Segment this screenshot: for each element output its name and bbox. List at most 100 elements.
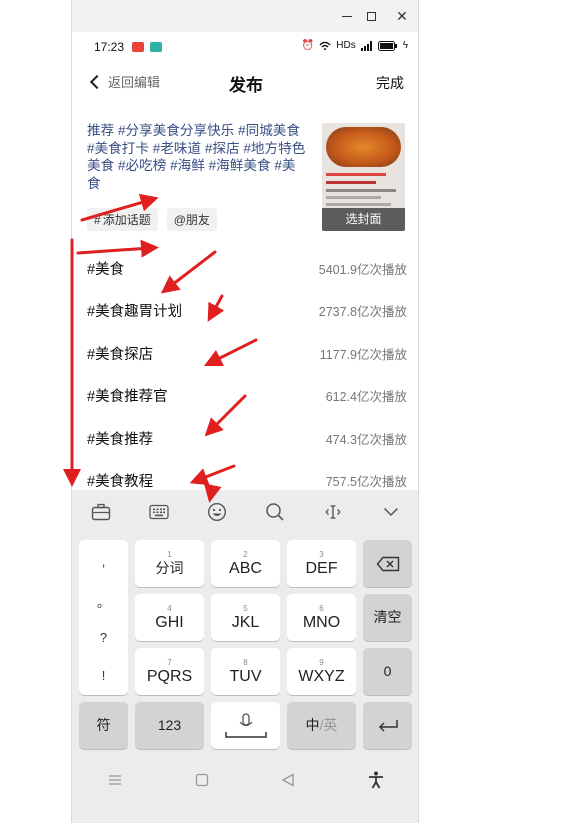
keyboard-toolbar bbox=[72, 490, 418, 534]
topic-name: #美食趣胃计划 bbox=[87, 304, 183, 321]
backspace-icon bbox=[376, 556, 399, 571]
select-cover-label: 选封面 bbox=[322, 208, 405, 231]
topic-suggestion-list: #美食 5401.9亿次播放 #美食趣胃计划 2737.8亿次播放 #美食探店 117… bbox=[87, 247, 407, 502]
key-label: 0 bbox=[383, 663, 392, 679]
window-titlebar: ✕ bbox=[72, 0, 418, 32]
key-number: 3 bbox=[319, 549, 324, 559]
key-number: 1 bbox=[167, 549, 172, 559]
cover-text-line bbox=[326, 203, 391, 206]
topic-name: #美食教程 bbox=[87, 474, 154, 491]
backspace-key[interactable] bbox=[363, 540, 412, 587]
topic-suggestion-item[interactable]: #美食趣胃计划 2737.8亿次播放 bbox=[87, 290, 407, 333]
collapse-keyboard-button[interactable] bbox=[362, 490, 418, 534]
key-8[interactable]: 8 TUV bbox=[211, 648, 280, 695]
microphone-icon bbox=[224, 712, 267, 738]
cover-text-line bbox=[326, 173, 386, 176]
chevron-down-icon bbox=[383, 507, 399, 517]
search-button[interactable] bbox=[246, 490, 304, 534]
status-time: 17:23 bbox=[94, 40, 125, 54]
add-topic-label: 添加话题 bbox=[102, 213, 151, 227]
phone-window: ✕ 17:23 ⏰ HDs ϟ 返回编辑 发布 完成 推荐 #分享美食分享快乐 … bbox=[71, 0, 419, 823]
key-2[interactable]: 2 ABC bbox=[211, 540, 280, 587]
key-3[interactable]: 3 DEF bbox=[287, 540, 356, 587]
close-icon: ✕ bbox=[396, 7, 408, 24]
done-button[interactable]: 完成 bbox=[376, 73, 404, 93]
key-number: 6 bbox=[319, 603, 324, 613]
mention-friend-chip[interactable]: @朋友 bbox=[166, 208, 217, 231]
key-6[interactable]: 6 MNO bbox=[287, 594, 356, 641]
cover-text-line bbox=[326, 196, 381, 199]
key-label-cn: 中 bbox=[305, 717, 320, 733]
enter-icon bbox=[378, 719, 398, 732]
key-label: 分词 bbox=[155, 559, 184, 576]
home-icon[interactable] bbox=[195, 773, 209, 787]
accessibility-icon[interactable] bbox=[368, 771, 384, 789]
topic-name: #美食推荐官 bbox=[87, 389, 168, 406]
emoji-button[interactable] bbox=[188, 490, 246, 534]
punct-key[interactable]: ! bbox=[79, 668, 128, 683]
clear-key[interactable]: 清空 bbox=[363, 594, 412, 641]
topic-suggestion-item[interactable]: #美食探店 1177.9亿次播放 bbox=[87, 332, 407, 375]
cursor-move-button[interactable] bbox=[304, 490, 362, 534]
ime-keyboard: , 。 ? ! 1 分词 2 ABC 3 DEF 4 GHI 5 JKL 6 MNO 清空 … bbox=[72, 490, 418, 823]
key-4[interactable]: 4 GHI bbox=[135, 594, 204, 641]
emoji-icon bbox=[207, 502, 227, 522]
cover-text-line bbox=[326, 189, 396, 192]
key-label: 符 bbox=[96, 717, 111, 733]
toolbox-button[interactable] bbox=[72, 490, 130, 534]
topic-name: #美食 bbox=[87, 261, 125, 278]
close-button[interactable]: ✕ bbox=[391, 6, 413, 26]
topic-suggestion-item[interactable]: #美食 5401.9亿次播放 bbox=[87, 247, 407, 290]
punct-key[interactable]: 。 bbox=[79, 592, 128, 611]
minimize-button[interactable] bbox=[336, 6, 358, 26]
topic-play-count: 612.4亿次播放 bbox=[325, 390, 407, 405]
key-label: GHI bbox=[155, 613, 184, 631]
topic-play-count: 474.3亿次播放 bbox=[325, 432, 407, 447]
key-1[interactable]: 1 分词 bbox=[135, 540, 204, 587]
key-9[interactable]: 9 WXYZ bbox=[287, 648, 356, 695]
key-label: WXYZ bbox=[298, 667, 345, 685]
key-label: 123 bbox=[157, 717, 182, 733]
chip-row: # 添加话题 @朋友 bbox=[87, 208, 217, 231]
app-notification-icon bbox=[150, 42, 162, 52]
notification-badge-icon bbox=[132, 42, 144, 52]
key-number: 7 bbox=[167, 657, 172, 667]
back-triangle-icon[interactable] bbox=[281, 773, 295, 787]
zero-key[interactable]: 0 bbox=[363, 648, 412, 695]
space-voice-key[interactable] bbox=[211, 702, 280, 749]
topic-play-count: 5401.9亿次播放 bbox=[318, 262, 407, 277]
symbol-key[interactable]: 符 bbox=[79, 702, 128, 749]
keyboard-switch-button[interactable] bbox=[130, 490, 188, 534]
add-topic-chip[interactable]: # 添加话题 bbox=[87, 208, 158, 231]
number-mode-key[interactable]: 123 bbox=[135, 702, 204, 749]
search-icon bbox=[266, 503, 284, 521]
minimize-icon bbox=[342, 15, 352, 17]
language-toggle-key[interactable]: 中/英 bbox=[287, 702, 356, 749]
topic-suggestion-item[interactable]: #美食推荐官 612.4亿次播放 bbox=[87, 375, 407, 418]
hashtag-icon: # bbox=[94, 212, 101, 227]
menu-icon[interactable] bbox=[108, 774, 122, 786]
topic-play-count: 1177.9亿次播放 bbox=[319, 347, 407, 362]
punct-key[interactable]: , bbox=[79, 554, 128, 569]
topic-suggestion-item[interactable]: #美食推荐 474.3亿次播放 bbox=[87, 417, 407, 460]
key-label: 清空 bbox=[373, 609, 402, 625]
key-5[interactable]: 5 JKL bbox=[211, 594, 280, 641]
key-number: 8 bbox=[243, 657, 248, 667]
status-icons: ⏰ HDs ϟ bbox=[302, 40, 408, 51]
topic-name: #美食探店 bbox=[87, 346, 154, 363]
key-number: 2 bbox=[243, 549, 248, 559]
maximize-button[interactable] bbox=[360, 6, 382, 26]
key-7[interactable]: 7 PQRS bbox=[135, 648, 204, 695]
post-caption-input[interactable]: 推荐 #分享美食分享快乐 #同城美食 #美食打卡 #老味道 #探店 #地方特色美… bbox=[87, 122, 309, 192]
punctuation-column: , 。 ? ! bbox=[79, 540, 128, 695]
key-label: MNO bbox=[302, 613, 341, 631]
enter-key[interactable] bbox=[363, 702, 412, 749]
alarm-icon: ⏰ bbox=[301, 40, 315, 51]
key-label: PQRS bbox=[146, 667, 193, 685]
cover-thumbnail[interactable]: 选封面 bbox=[322, 123, 405, 231]
network-type: HDs bbox=[336, 40, 356, 51]
food-image bbox=[326, 127, 401, 167]
punct-key[interactable]: ? bbox=[79, 630, 128, 645]
key-number: 4 bbox=[167, 603, 172, 613]
signal-icon bbox=[360, 40, 372, 51]
